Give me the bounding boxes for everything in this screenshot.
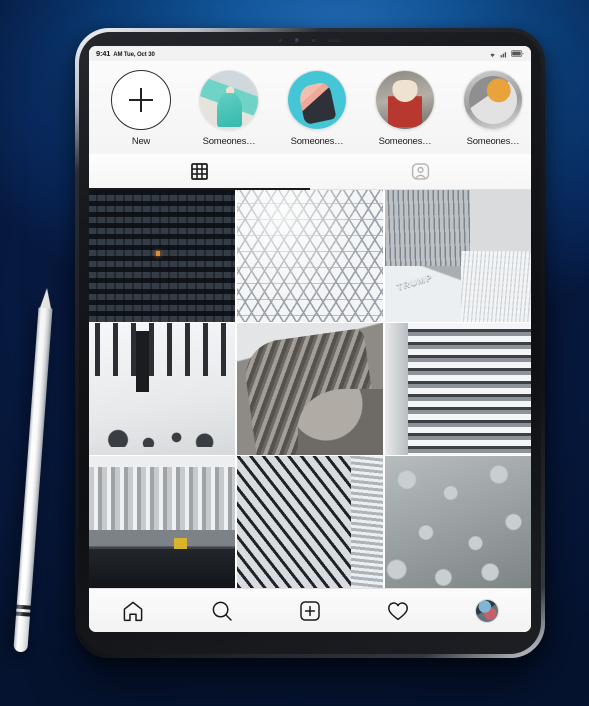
avatar-image <box>376 71 434 129</box>
story-label: Someones… <box>290 136 344 147</box>
story-avatar[interactable] <box>375 70 435 130</box>
plus-square-icon <box>300 600 320 621</box>
battery-icon <box>511 50 524 57</box>
nav-create[interactable] <box>266 599 354 623</box>
screenshot-scene: 9:41 AM Tue, Oct 30 New Someones… Someon… <box>0 0 589 706</box>
nav-activity[interactable] <box>354 599 442 623</box>
stylus-body <box>16 307 53 608</box>
status-date: AM Tue, Oct 30 <box>113 52 155 58</box>
nav-home[interactable] <box>89 599 177 623</box>
status-bar-right <box>488 50 524 58</box>
photo-cell[interactable] <box>236 456 384 588</box>
tablet-bezel: 9:41 AM Tue, Oct 30 New Someones… Someon… <box>79 32 541 654</box>
tablet-device: 9:41 AM Tue, Oct 30 New Someones… Someon… <box>75 28 545 658</box>
profile-tab-bar[interactable] <box>89 154 531 190</box>
sensor-dot <box>312 39 316 42</box>
avatar-image <box>464 71 522 129</box>
story-label: Someones… <box>378 136 432 147</box>
story-avatar[interactable] <box>287 70 347 130</box>
front-sensor-array <box>79 37 541 44</box>
tagged-person-icon <box>411 163 430 180</box>
story-item-new[interactable]: New <box>97 70 185 147</box>
building-wordmark: TRUMP <box>395 272 435 293</box>
stories-row[interactable]: New Someones… Someones… Someones… Someon… <box>89 61 531 154</box>
photo-cell[interactable]: TRUMP <box>384 190 531 322</box>
photo-cell[interactable] <box>89 323 236 455</box>
sensor-dot <box>278 39 282 42</box>
story-item-1[interactable]: Someones… <box>185 70 273 147</box>
nav-search[interactable] <box>177 599 265 623</box>
photo-cell[interactable] <box>236 190 384 322</box>
photo-cell[interactable] <box>89 456 236 588</box>
story-item-2[interactable]: Someones… <box>273 70 361 147</box>
tab-tagged[interactable] <box>310 154 531 189</box>
yellow-cab <box>173 537 188 549</box>
photo-cell[interactable] <box>236 323 384 455</box>
tablet-screen: 9:41 AM Tue, Oct 30 New Someones… Someon… <box>89 46 531 632</box>
story-avatar[interactable] <box>463 70 523 130</box>
heart-icon <box>388 601 409 620</box>
add-story-ring[interactable] <box>111 70 171 130</box>
signal-icon <box>500 51 507 57</box>
avatar-image <box>200 71 258 129</box>
photo-cell[interactable] <box>384 456 531 588</box>
avatar-image <box>288 71 346 129</box>
front-camera-icon <box>294 38 300 43</box>
photo-grid[interactable]: TRUMP <box>89 190 531 588</box>
bottom-navigation-bar[interactable] <box>89 588 531 632</box>
wifi-icon <box>490 53 495 57</box>
stylus-pencil[interactable] <box>9 287 58 656</box>
lit-window <box>156 250 161 256</box>
story-label: Someones… <box>202 136 256 147</box>
nav-profile[interactable] <box>443 599 531 622</box>
story-item-4[interactable]: Someones… <box>449 70 531 147</box>
search-icon <box>212 601 232 621</box>
photo-cell[interactable] <box>384 323 531 455</box>
story-label: New <box>131 136 151 147</box>
profile-avatar <box>475 599 498 622</box>
plus-icon <box>129 88 153 112</box>
speaker-slot <box>328 39 342 42</box>
story-avatar[interactable] <box>199 70 259 130</box>
status-bar-left: 9:41 AM Tue, Oct 30 <box>96 49 155 58</box>
photo-cell[interactable] <box>89 190 236 322</box>
status-clock: 9:41 <box>96 49 111 58</box>
grid-icon <box>191 163 208 180</box>
pedestrians <box>103 423 221 447</box>
story-label: Someones… <box>466 136 520 147</box>
home-icon <box>123 601 143 621</box>
stylus-end-cap <box>13 615 30 653</box>
story-item-3[interactable]: Someones… <box>361 70 449 147</box>
status-bar: 9:41 AM Tue, Oct 30 <box>89 46 531 61</box>
tab-grid[interactable] <box>89 154 310 190</box>
